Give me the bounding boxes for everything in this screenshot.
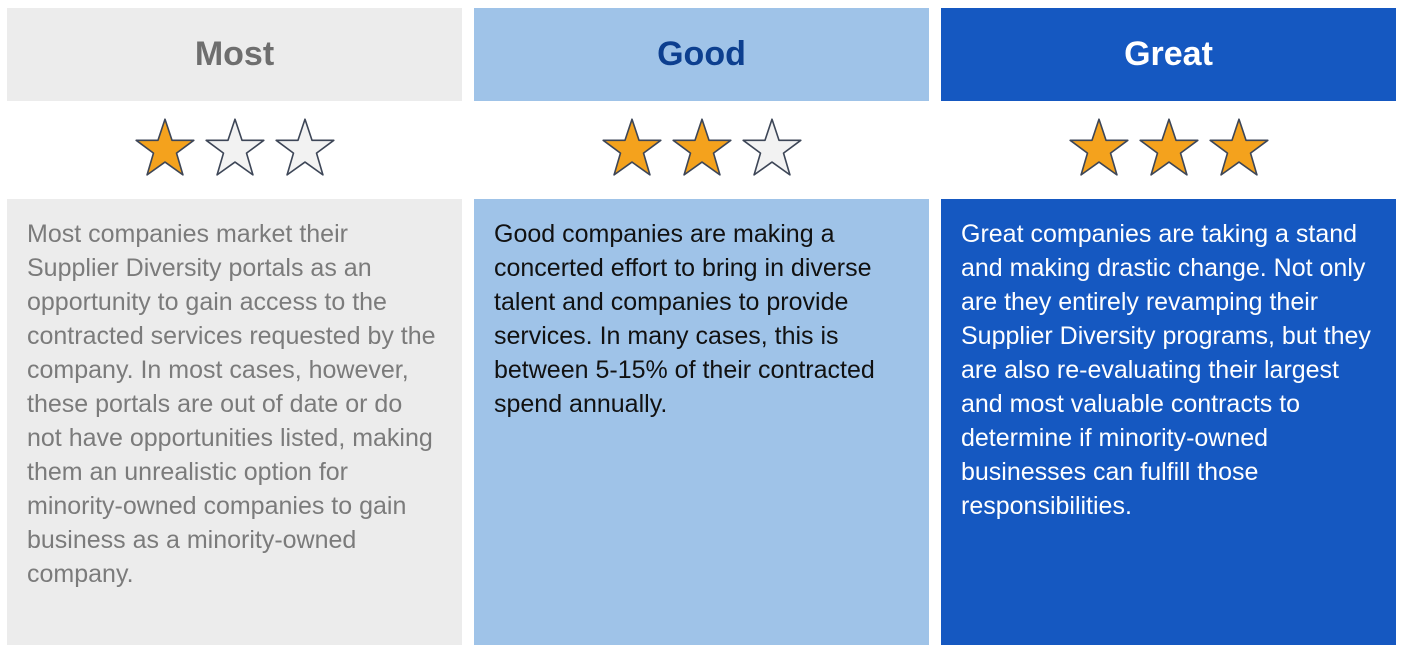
star-icon [601,118,662,176]
column-good: Good Good companies are making a concert… [474,0,929,657]
column-header-good: Good [474,8,929,101]
star-icon [741,118,802,176]
column-great: Great Great companies are taking a stand… [941,0,1396,657]
description-great: Great companies are taking a stand and m… [941,199,1396,645]
star-rating-most [7,112,462,184]
star-icon [1068,118,1129,176]
column-header-most: Most [7,8,462,101]
column-title-great: Great [1124,35,1213,73]
star-icon [671,118,732,176]
star-icon [204,118,265,176]
column-header-great: Great [941,8,1396,101]
description-most: Most companies market their Supplier Div… [7,199,462,645]
star-rating-good [474,112,929,184]
star-icon [1138,118,1199,176]
star-icon [274,118,335,176]
column-most: Most Most companies market their Supplie… [7,0,462,657]
star-icon [1208,118,1269,176]
star-rating-great [941,112,1396,184]
column-title-most: Most [194,35,275,73]
column-title-good: Good [657,35,746,73]
description-good: Good companies are making a concerted ef… [474,199,929,645]
star-icon [134,118,195,176]
